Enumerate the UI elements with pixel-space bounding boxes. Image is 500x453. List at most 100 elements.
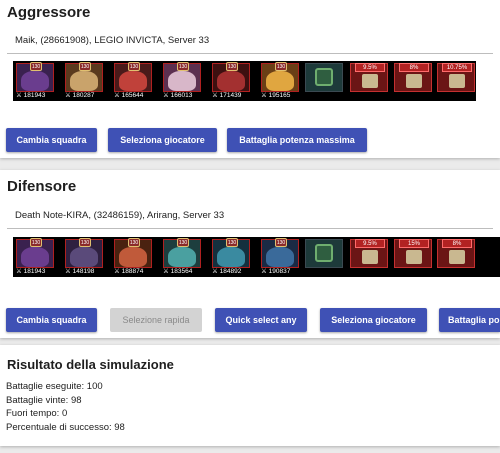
hero-level: 130 <box>79 62 91 71</box>
hero-slot[interactable]: 130 <box>65 238 103 268</box>
hero-power-value: 190837 <box>268 268 291 275</box>
defender-card: Difensore Death Note-KIRA, (32486159), A… <box>0 170 500 338</box>
buff-slot[interactable]: 9.5% <box>350 63 388 92</box>
hero-level: 130 <box>177 238 189 247</box>
hero-slot[interactable]: 130 <box>16 62 54 92</box>
hero-portrait <box>266 71 294 91</box>
hero-power-value: 165644 <box>121 92 144 99</box>
pet-icon <box>315 244 333 262</box>
hero-portrait <box>168 247 196 267</box>
hero-portrait <box>119 71 147 91</box>
hero-portrait <box>21 247 49 267</box>
hero-portrait <box>70 71 98 91</box>
hero-level: 130 <box>30 62 42 71</box>
hero-portrait <box>266 247 294 267</box>
hero-power-value: 183564 <box>170 268 193 275</box>
pet-slot[interactable] <box>305 63 343 92</box>
hero-slot[interactable]: 130 <box>261 238 299 268</box>
hero-level: 130 <box>177 62 189 71</box>
success-percent-text: Percentuale di successo: 98 <box>6 422 125 433</box>
battle-button[interactable]: Battaglia po <box>439 308 500 332</box>
hero-power-value: 181943 <box>23 268 46 275</box>
defender-player-field[interactable]: Death Note-KIRA, (32486159), Arirang, Se… <box>7 203 493 229</box>
hero-power-value: 188874 <box>121 268 144 275</box>
scroll-icon <box>406 74 422 88</box>
hero-level: 130 <box>128 62 140 71</box>
buff-slot[interactable]: 9.5% <box>350 239 388 268</box>
buff-percent: 8% <box>442 239 472 248</box>
hero-level: 130 <box>226 62 238 71</box>
select-player-button[interactable]: Seleziona giocatore <box>108 128 217 152</box>
buff-percent: 9.5% <box>355 239 385 248</box>
hero-power: ⚔ 181943 <box>16 92 46 99</box>
hero-power: ⚔ 184892 <box>212 268 242 275</box>
hero-slot[interactable]: 130 <box>16 238 54 268</box>
result-card: Risultato della simulazione Battaglie es… <box>0 345 500 446</box>
scroll-icon <box>406 250 422 264</box>
hero-slot[interactable]: 130 <box>65 62 103 92</box>
change-team-button[interactable]: Cambia squadra <box>6 128 97 152</box>
max-power-battle-button[interactable]: Battaglia potenza massima <box>227 128 367 152</box>
scroll-icon <box>449 250 465 264</box>
pet-icon <box>315 68 333 86</box>
hero-portrait <box>168 71 196 91</box>
buff-slot[interactable]: 10.75% <box>437 63 475 92</box>
buff-percent: 15% <box>399 239 429 248</box>
buff-slot[interactable]: 8% <box>437 239 475 268</box>
buff-percent: 9.5% <box>355 63 385 72</box>
aggressor-player-field[interactable]: Maik, (28661908), LEGIO INVICTA, Server … <box>7 28 493 54</box>
hero-slot[interactable]: 130 <box>114 62 152 92</box>
timeout-text: Fuori tempo: 0 <box>6 408 68 419</box>
buff-slot[interactable]: 15% <box>394 239 432 268</box>
hero-portrait <box>70 247 98 267</box>
hero-slot[interactable]: 130 <box>212 238 250 268</box>
hero-power: ⚔ 188874 <box>114 268 144 275</box>
hero-power-value: 195165 <box>268 92 291 99</box>
hero-power-value: 181943 <box>23 92 46 99</box>
pet-slot[interactable] <box>305 239 343 268</box>
battles-run-text: Battaglie eseguite: 100 <box>6 381 103 392</box>
hero-power-value: 148198 <box>72 268 95 275</box>
aggressor-card: Aggressore Maik, (28661908), LEGIO INVIC… <box>0 0 500 158</box>
hero-power: ⚔ 171439 <box>212 92 242 99</box>
hero-power: ⚔ 183564 <box>163 268 193 275</box>
hero-power: ⚔ 148198 <box>65 268 95 275</box>
hero-power: ⚔ 181943 <box>16 268 46 275</box>
battles-won-text: Battaglie vinte: 98 <box>6 395 82 406</box>
hero-power: ⚔ 165644 <box>114 92 144 99</box>
hero-level: 130 <box>128 238 140 247</box>
hero-level: 130 <box>30 238 42 247</box>
hero-power-value: 166013 <box>170 92 193 99</box>
quick-select-button[interactable]: Selezione rapida <box>110 308 202 332</box>
hero-portrait <box>217 247 245 267</box>
hero-power: ⚔ 180287 <box>65 92 95 99</box>
hero-power: ⚔ 190837 <box>261 268 291 275</box>
hero-slot[interactable]: 130 <box>163 238 201 268</box>
hero-portrait <box>21 71 49 91</box>
hero-slot[interactable]: 130 <box>212 62 250 92</box>
buff-slot[interactable]: 8% <box>394 63 432 92</box>
change-team-button[interactable]: Cambia squadra <box>6 308 97 332</box>
hero-slot[interactable]: 130 <box>261 62 299 92</box>
hero-power-value: 184892 <box>219 268 242 275</box>
scroll-icon <box>362 74 378 88</box>
result-title: Risultato della simulazione <box>7 357 174 372</box>
buff-percent: 10.75% <box>442 63 472 72</box>
hero-level: 130 <box>79 238 91 247</box>
scroll-icon <box>449 74 465 88</box>
hero-portrait <box>119 247 147 267</box>
hero-power: ⚔ 166013 <box>163 92 193 99</box>
select-player-button[interactable]: Seleziona giocatore <box>320 308 427 332</box>
hero-power: ⚔ 195165 <box>261 92 291 99</box>
hero-level: 130 <box>226 238 238 247</box>
buff-percent: 8% <box>399 63 429 72</box>
hero-power-value: 171439 <box>219 92 242 99</box>
defender-team: 130 130 130 130 130 130 9.5% 15% 8% ⚔ 18… <box>13 237 500 277</box>
hero-slot[interactable]: 130 <box>114 238 152 268</box>
quick-select-any-button[interactable]: Quick select any <box>215 308 307 332</box>
aggressor-title: Aggressore <box>7 4 91 21</box>
hero-level: 130 <box>275 238 287 247</box>
hero-slot[interactable]: 130 <box>163 62 201 92</box>
scroll-icon <box>362 250 378 264</box>
hero-level: 130 <box>275 62 287 71</box>
